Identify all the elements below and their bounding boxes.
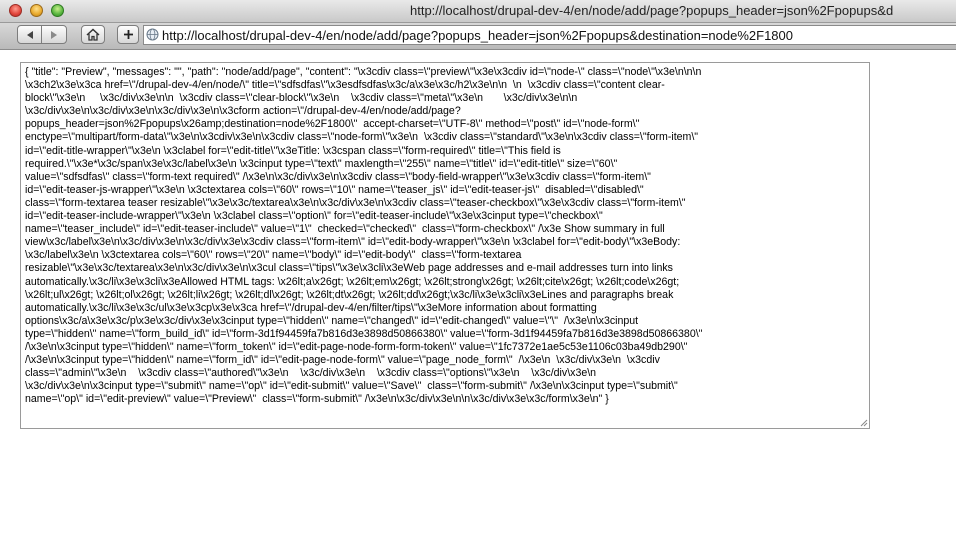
- text-line: enctype=\"multipart/form-data\"\x3e\n\x3…: [25, 131, 699, 144]
- text-line: type=\"hidden\" name=\"form_build_id\" i…: [25, 327, 703, 340]
- json-response-text: { "title": "Preview", "messages": "", "p…: [25, 66, 863, 424]
- back-button[interactable]: [17, 25, 42, 44]
- text-line: automatically.\x3c/li\x3e\x3cli\x3eAllow…: [25, 275, 680, 288]
- text-line: id=\"edit-teaser-include-wrapper\"\x3e\n…: [25, 210, 603, 223]
- text-line: automatically.\x3c/li\x3e\x3c/ul\x3e\x3c…: [25, 301, 597, 314]
- text-line: popups_header=json%2Fpopups\x26amp;desti…: [25, 118, 640, 131]
- add-bookmark-button[interactable]: [117, 25, 139, 44]
- text-line: block\"\x3e\n \x3c/div\x3e\n\n \x3cdiv c…: [25, 92, 578, 105]
- globe-icon: [146, 28, 159, 41]
- plus-icon: [123, 30, 133, 39]
- zoom-window-button[interactable]: [51, 4, 64, 17]
- text-line: \x26lt;ul\x26gt; \x26lt;ol\x26gt; \x26lt…: [25, 288, 674, 301]
- text-line: options\x3c/a\x3e\x3c/p\x3e\x3c/div\x3e\…: [25, 314, 639, 327]
- text-line: \x3c/div\x3e\n\x3cinput type=\"submit\" …: [25, 380, 678, 393]
- browser-toolbar: http://localhost/drupal-dev-4/en/node/ad…: [0, 23, 956, 50]
- forward-arrow-icon: [51, 30, 57, 39]
- text-line: { "title": "Preview", "messages": "", "p…: [25, 66, 702, 78]
- address-url[interactable]: http://localhost/drupal-dev-4/en/node/ad…: [162, 28, 793, 43]
- text-line: \x3c/div\x3e\n\x3c/div\x3e\n\x3c/div\x3e…: [25, 105, 461, 118]
- text-line: value=\"sdfsdfas\" class=\"form-text req…: [25, 170, 651, 183]
- text-line: resizable\"\x3e\x3c/textarea\x3e\n\x3c/d…: [25, 262, 673, 275]
- address-bar[interactable]: http://localhost/drupal-dev-4/en/node/ad…: [143, 25, 956, 45]
- text-line: /\x3e\n\x3cinput type=\"hidden\" name=\"…: [25, 340, 688, 353]
- text-line: \x3ch2\x3e\x3ca href=\"/drupal-dev-4/en/…: [25, 79, 665, 92]
- resize-grip-icon[interactable]: [859, 418, 868, 427]
- forward-button[interactable]: [41, 25, 67, 44]
- text-line: name=\"teaser_include\" id=\"edit-teaser…: [25, 223, 665, 236]
- close-window-button[interactable]: [9, 4, 22, 17]
- minimize-window-button[interactable]: [30, 4, 43, 17]
- text-line: view\x3c/label\x3e\n\x3c/div\x3e\n\x3c/d…: [25, 236, 681, 249]
- text-line: id=\"edit-title-wrapper\"\x3e\n \x3clabe…: [25, 144, 561, 157]
- page-content-box: { "title": "Preview", "messages": "", "p…: [20, 62, 870, 429]
- title-bar: http://localhost/drupal-dev-4/en/node/ad…: [0, 0, 956, 23]
- back-arrow-icon: [26, 30, 33, 39]
- text-line: \x3c/label\x3e\n \x3ctextarea cols=\"60\…: [25, 249, 522, 262]
- window-title: http://localhost/drupal-dev-4/en/node/ad…: [410, 3, 894, 18]
- home-icon: [86, 28, 100, 41]
- text-line: name=\"op\" id=\"edit-preview\" value=\"…: [25, 393, 609, 406]
- text-line: id=\"edit-teaser-js-wrapper\"\x3e\n \x3c…: [25, 183, 644, 196]
- text-line: class=\"form-textarea teaser resizable\"…: [25, 196, 686, 209]
- text-line: /\x3e\n\x3cinput type=\"hidden\" name=\"…: [25, 354, 660, 367]
- home-button[interactable]: [81, 25, 105, 44]
- text-line: required.\"\x3e*\x3c/span\x3e\x3c/label\…: [25, 157, 618, 170]
- text-line: class=\"admin\"\x3e\n \x3cdiv class=\"au…: [25, 367, 597, 380]
